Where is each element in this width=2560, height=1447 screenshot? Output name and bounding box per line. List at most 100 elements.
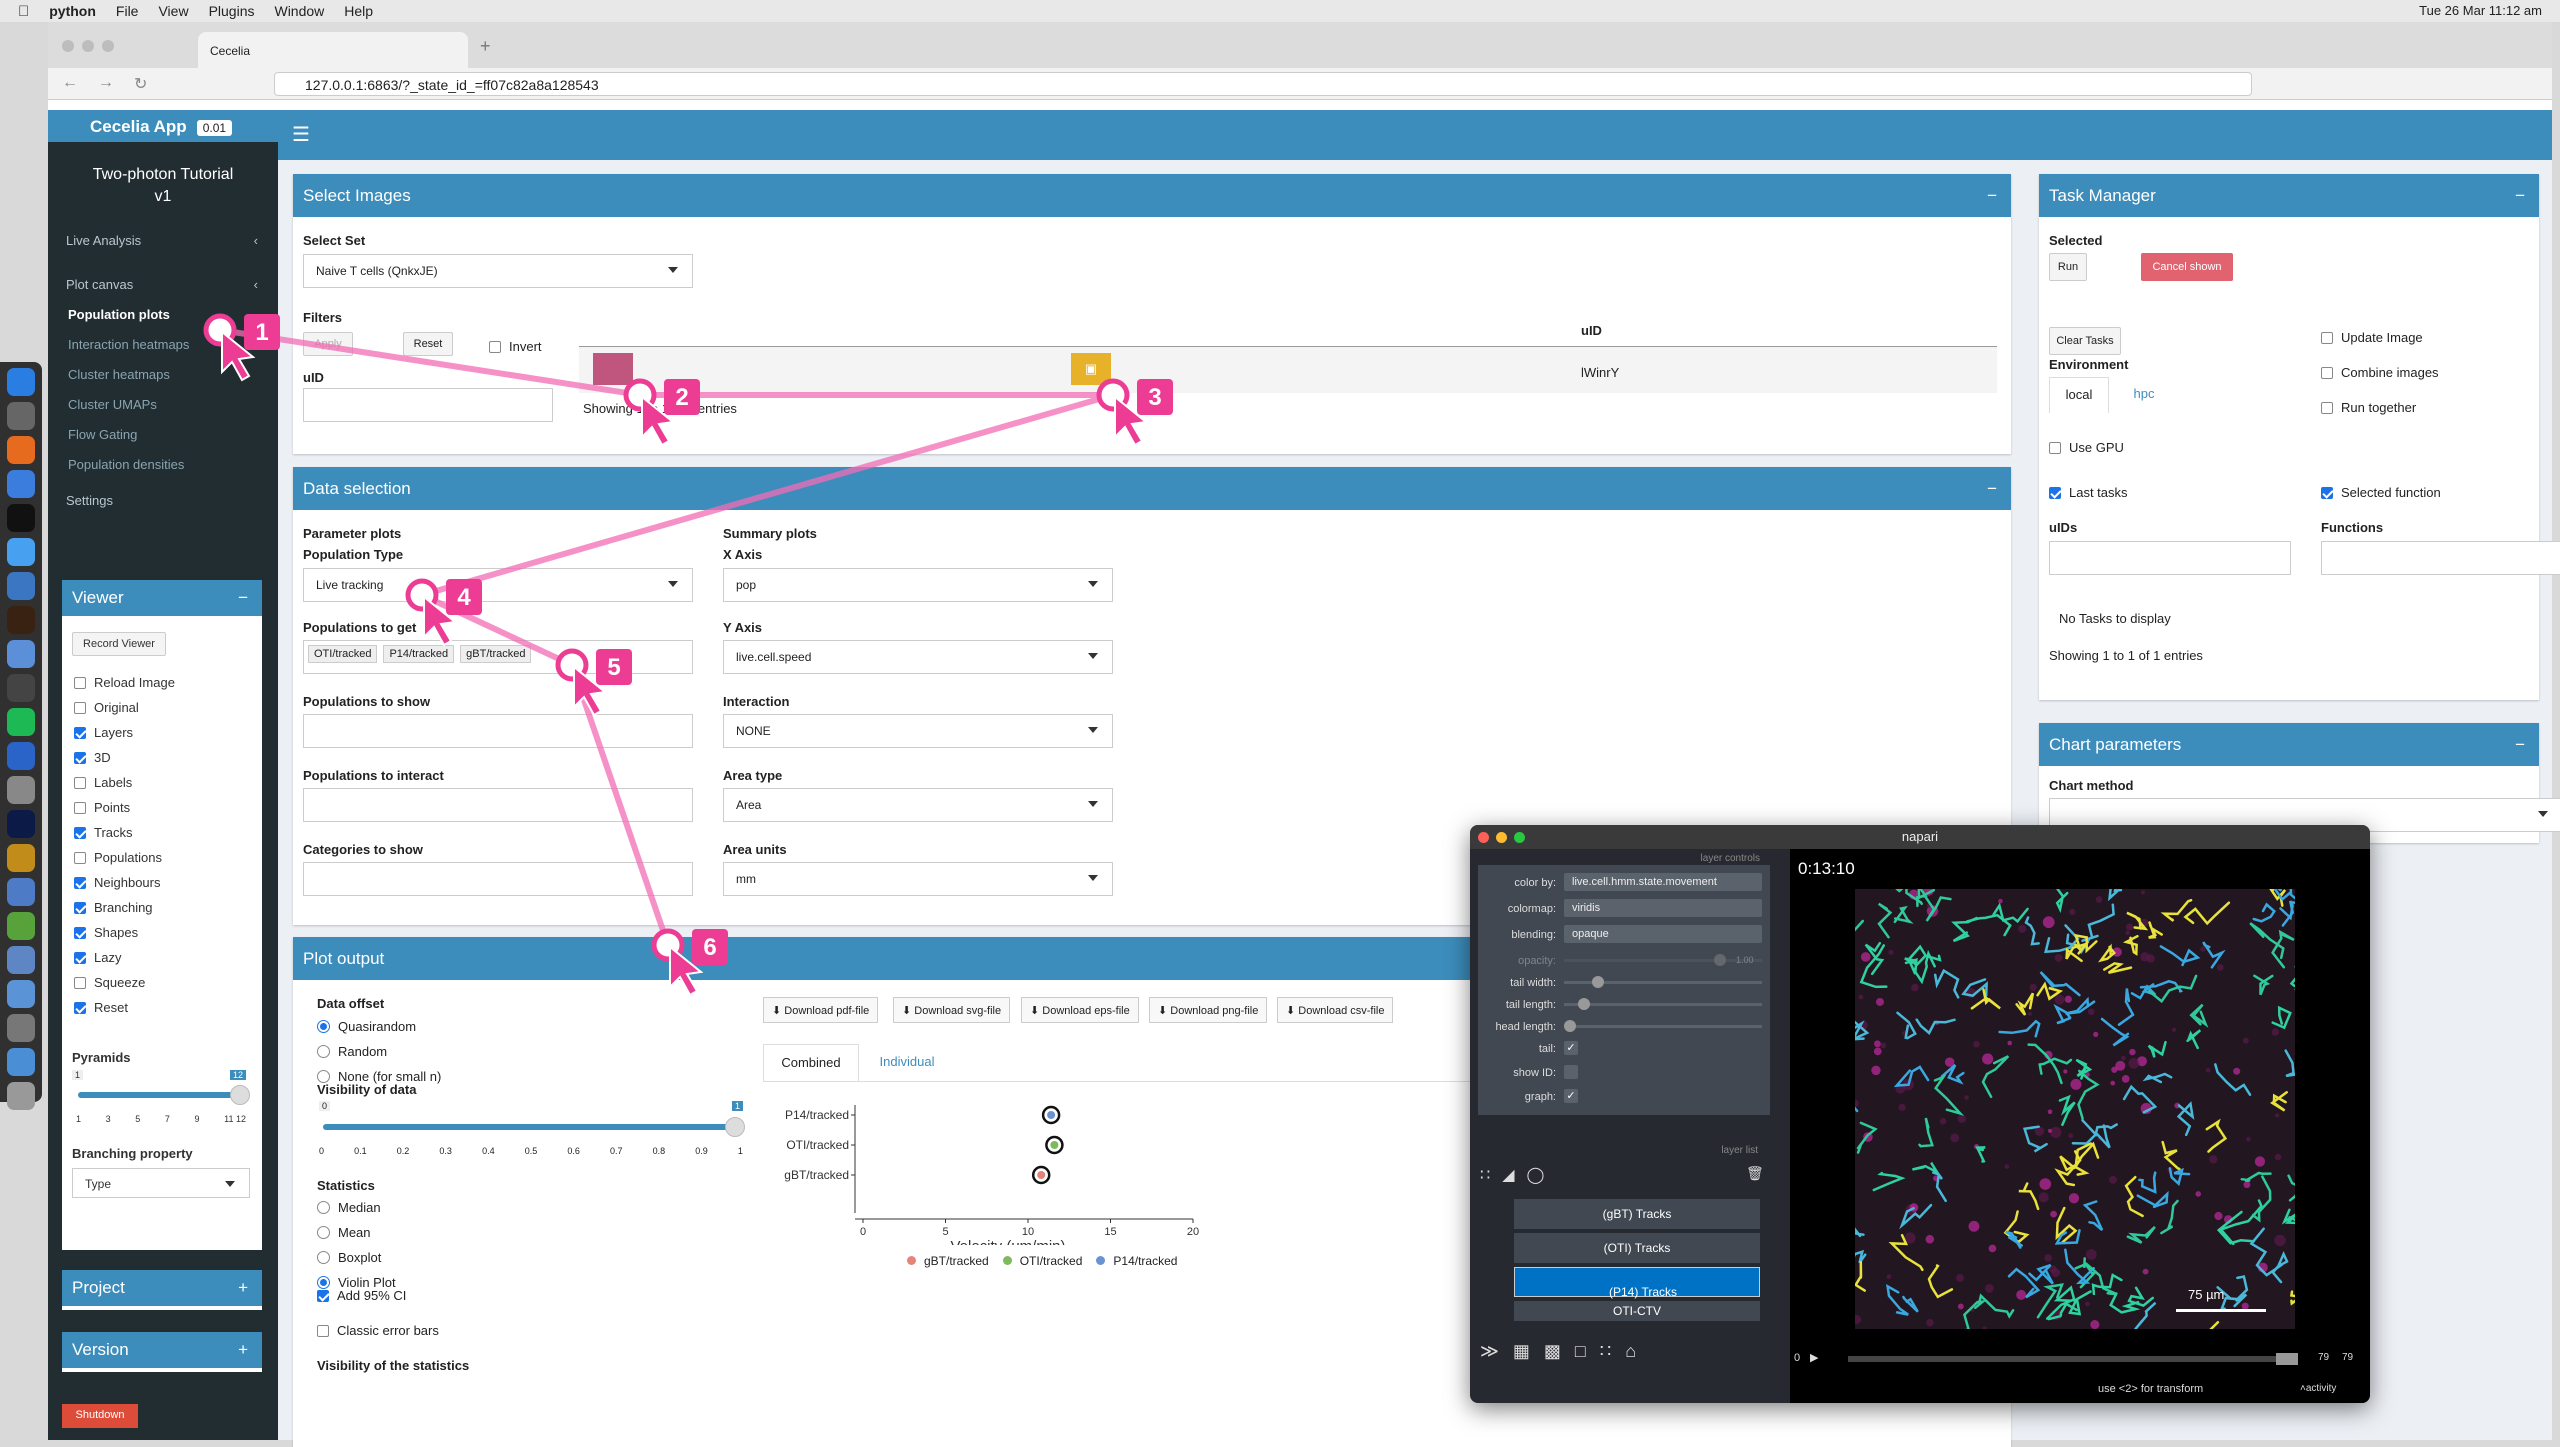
terminal-icon[interactable] <box>7 504 35 532</box>
pops-to-show-input[interactable] <box>303 714 693 748</box>
tab-combined[interactable]: Combined <box>763 1044 859 1082</box>
tail-length-slider[interactable] <box>1564 998 1762 1010</box>
finder-icon[interactable] <box>7 368 35 396</box>
menu-plugins[interactable]: Plugins <box>209 3 255 19</box>
firefox-icon[interactable] <box>7 436 35 464</box>
menu-window[interactable]: Window <box>274 3 324 19</box>
sidebar-item-plot-canvas[interactable]: Plot canvas ‹ <box>48 270 278 300</box>
slider-knob[interactable] <box>2276 1353 2298 1365</box>
radio-option[interactable]: Mean <box>317 1225 371 1240</box>
app-icon[interactable] <box>7 844 35 872</box>
collapse-icon[interactable]: − <box>2515 726 2525 764</box>
opacity-slider[interactable] <box>1564 954 1762 966</box>
image-icon[interactable]: ▣ <box>1071 353 1111 385</box>
tail-width-slider[interactable] <box>1564 976 1762 988</box>
cancel-shown-button[interactable]: Cancel shown <box>2141 253 2233 281</box>
folder-icon[interactable] <box>7 1048 35 1076</box>
zoom-window-icon[interactable] <box>1514 832 1525 843</box>
sidebar-sub-cluster-umaps[interactable]: Cluster UMAPs <box>48 390 278 420</box>
slider-knob[interactable] <box>725 1117 745 1137</box>
expand-icon[interactable]: + <box>238 1270 248 1306</box>
app-icon[interactable] <box>7 912 35 940</box>
labels-icon[interactable]: ◯ <box>1527 1167 1557 1184</box>
menu-file[interactable]: File <box>116 3 139 19</box>
area-type-select[interactable]: Area <box>723 788 1113 822</box>
pops-to-get-input[interactable]: OTI/tracked P14/tracked gBT/tracked <box>303 640 693 674</box>
app-icon[interactable] <box>7 980 35 1008</box>
tracks-image[interactable] <box>1855 889 2295 1329</box>
x-axis-select[interactable]: pop <box>723 568 1113 602</box>
viewer-option-checkbox[interactable]: Points <box>62 795 262 820</box>
status-thumbnail[interactable] <box>593 353 633 385</box>
use-gpu-checkbox[interactable]: Use GPU <box>2049 440 2124 455</box>
blending-select[interactable]: opaque <box>1564 925 1762 943</box>
classic-error-checkbox[interactable]: Classic error bars <box>317 1323 439 1338</box>
ndisplay-icon[interactable]: ▦ <box>1513 1341 1544 1361</box>
functions-input[interactable] <box>2321 541 2560 575</box>
menu-app[interactable]: python <box>49 3 96 19</box>
grid-icon[interactable]: ∷ <box>1600 1341 1625 1361</box>
last-tasks-checkbox[interactable]: Last tasks <box>2049 485 2128 500</box>
viewer-option-checkbox[interactable]: Original <box>62 695 262 720</box>
trash-icon[interactable] <box>7 1082 35 1110</box>
zoom-window-icon[interactable] <box>102 40 114 52</box>
new-tab-icon[interactable]: + <box>480 36 491 57</box>
combine-images-checkbox[interactable]: Combine images <box>2321 365 2439 380</box>
version-box[interactable]: Version + <box>62 1332 262 1372</box>
viewer-option-checkbox[interactable]: Labels <box>62 770 262 795</box>
selected-function-checkbox[interactable]: Selected function <box>2321 485 2441 500</box>
tail-checkbox[interactable]: ✓ <box>1564 1041 1578 1055</box>
shapes-icon[interactable]: ◢ <box>1502 1167 1526 1184</box>
select-set-dropdown[interactable]: Naive T cells (QnkxJE) <box>303 254 693 288</box>
viewer-option-checkbox[interactable]: 3D <box>62 745 262 770</box>
area-units-select[interactable]: mm <box>723 862 1113 896</box>
tab-individual[interactable]: Individual <box>867 1044 947 1082</box>
run-together-checkbox[interactable]: Run together <box>2321 400 2416 415</box>
collapse-icon[interactable]: − <box>1987 470 1997 508</box>
napari-canvas[interactable]: 0:13:10 75 µm 0 ▶ 79 79 use <2> for tran… <box>1790 849 2370 1403</box>
layer-row[interactable]: (OTI) Tracks <box>1514 1233 1760 1263</box>
sidebar-item-settings[interactable]: Settings <box>48 486 278 516</box>
radio-option[interactable]: Boxplot <box>317 1250 381 1265</box>
activity-button[interactable]: ˄activity <box>2300 1383 2336 1394</box>
settings-icon[interactable] <box>7 402 35 430</box>
viewer-option-checkbox[interactable]: Branching <box>62 895 262 920</box>
add-ci-checkbox[interactable]: Add 95% CI <box>317 1288 406 1303</box>
collapse-icon[interactable]: − <box>238 580 248 616</box>
pyramids-slider[interactable] <box>78 1085 250 1105</box>
sidebar-sub-population-plots[interactable]: Population plots <box>48 300 278 330</box>
population-type-select[interactable]: Live tracking <box>303 568 693 602</box>
sidebar-sub-interaction-heatmaps[interactable]: Interaction heatmaps <box>48 330 278 360</box>
download-csv-button[interactable]: ⬇ Download csv-file <box>1277 997 1394 1023</box>
radio-option[interactable]: Median <box>317 1200 381 1215</box>
tab-hpc[interactable]: hpc <box>2119 377 2169 413</box>
frame-slider[interactable] <box>1848 1353 2298 1365</box>
pops-to-interact-input[interactable] <box>303 788 693 822</box>
layer-row[interactable]: OTI-CTV <box>1514 1301 1760 1321</box>
roll-icon[interactable]: ▩ <box>1544 1341 1575 1361</box>
illustrator-icon[interactable] <box>7 606 35 634</box>
reload-icon[interactable]: ↻ <box>134 74 147 94</box>
apple-icon[interactable]:  <box>18 3 29 20</box>
table-row[interactable] <box>579 347 1997 393</box>
show-id-checkbox[interactable] <box>1564 1065 1578 1079</box>
uid-filter-input[interactable] <box>303 388 553 422</box>
browser-tab[interactable]: Cecelia <box>198 32 468 68</box>
app-icon[interactable] <box>7 1014 35 1042</box>
interaction-select[interactable]: NONE <box>723 714 1113 748</box>
graph-checkbox[interactable]: ✓ <box>1564 1089 1578 1103</box>
app-icon[interactable] <box>7 674 35 702</box>
app-icon[interactable] <box>7 470 35 498</box>
y-axis-select[interactable]: live.cell.speed <box>723 640 1113 674</box>
pop-tag[interactable]: OTI/tracked <box>308 645 378 663</box>
download-png-button[interactable]: ⬇ Download png-file <box>1149 997 1268 1023</box>
app-icon[interactable] <box>7 810 35 838</box>
minimize-window-icon[interactable] <box>82 40 94 52</box>
collapse-icon[interactable]: − <box>1987 177 1997 215</box>
categories-input[interactable] <box>303 862 693 896</box>
invert-checkbox[interactable]: Invert <box>489 339 542 354</box>
reset-button[interactable]: Reset <box>403 332 453 356</box>
viewer-option-checkbox[interactable]: Reload Image <box>62 670 262 695</box>
minimize-window-icon[interactable] <box>1496 832 1507 843</box>
delete-layer-icon[interactable]: 🗑 <box>1746 1165 1764 1182</box>
